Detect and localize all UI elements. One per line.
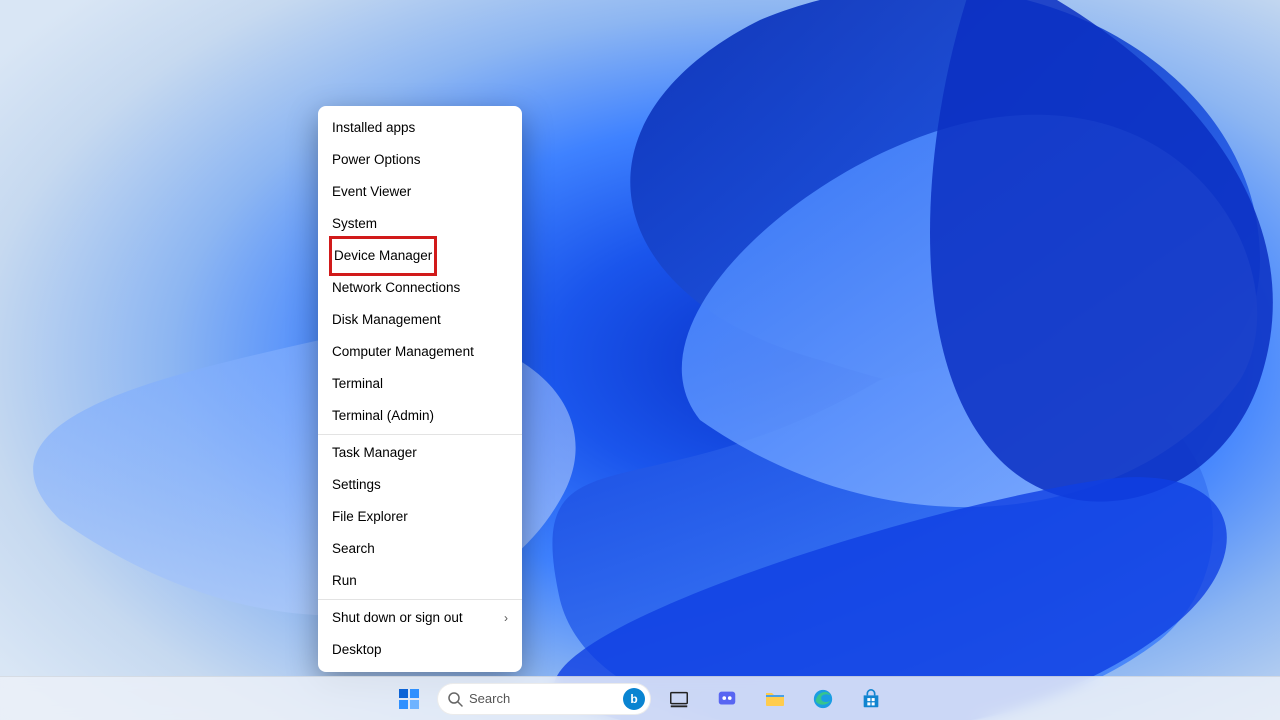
menu-item-installed-apps[interactable]: Installed apps (318, 112, 522, 144)
task-view-button[interactable] (659, 679, 699, 719)
windows-icon (397, 687, 421, 711)
winx-context-menu: Installed apps Power Options Event Viewe… (318, 106, 522, 672)
menu-item-network-connections[interactable]: Network Connections (318, 272, 522, 304)
menu-item-terminal-admin[interactable]: Terminal (Admin) (318, 400, 522, 432)
chevron-right-icon: › (504, 602, 508, 634)
folder-icon (763, 687, 787, 711)
file-explorer-button[interactable] (755, 679, 795, 719)
start-button[interactable] (389, 679, 429, 719)
desktop-wallpaper (0, 0, 1280, 720)
menu-item-terminal[interactable]: Terminal (318, 368, 522, 400)
store-button[interactable] (851, 679, 891, 719)
chat-button[interactable] (707, 679, 747, 719)
taskbar: Search b (0, 676, 1280, 720)
task-view-icon (668, 688, 690, 710)
taskbar-search[interactable]: Search b (437, 683, 651, 715)
menu-separator (318, 599, 522, 600)
search-icon (447, 691, 463, 707)
menu-item-power-options[interactable]: Power Options (318, 144, 522, 176)
bing-icon[interactable]: b (623, 688, 645, 710)
menu-item-settings[interactable]: Settings (318, 469, 522, 501)
menu-item-computer-management[interactable]: Computer Management (318, 336, 522, 368)
menu-item-file-explorer[interactable]: File Explorer (318, 501, 522, 533)
search-placeholder: Search (469, 691, 617, 706)
edge-icon (812, 688, 834, 710)
chat-icon (716, 688, 738, 710)
menu-item-system[interactable]: System (318, 208, 522, 240)
taskbar-center-group: Search b (389, 679, 891, 719)
edge-button[interactable] (803, 679, 843, 719)
menu-item-event-viewer[interactable]: Event Viewer (318, 176, 522, 208)
menu-item-disk-management[interactable]: Disk Management (318, 304, 522, 336)
menu-item-desktop[interactable]: Desktop (318, 634, 522, 666)
menu-item-shut-down-sign-out[interactable]: Shut down or sign out › (318, 602, 522, 634)
menu-item-device-manager[interactable]: Device Manager (318, 240, 522, 272)
menu-item-search[interactable]: Search (318, 533, 522, 565)
menu-item-task-manager[interactable]: Task Manager (318, 437, 522, 469)
menu-item-run[interactable]: Run (318, 565, 522, 597)
store-icon (860, 688, 882, 710)
menu-separator (318, 434, 522, 435)
